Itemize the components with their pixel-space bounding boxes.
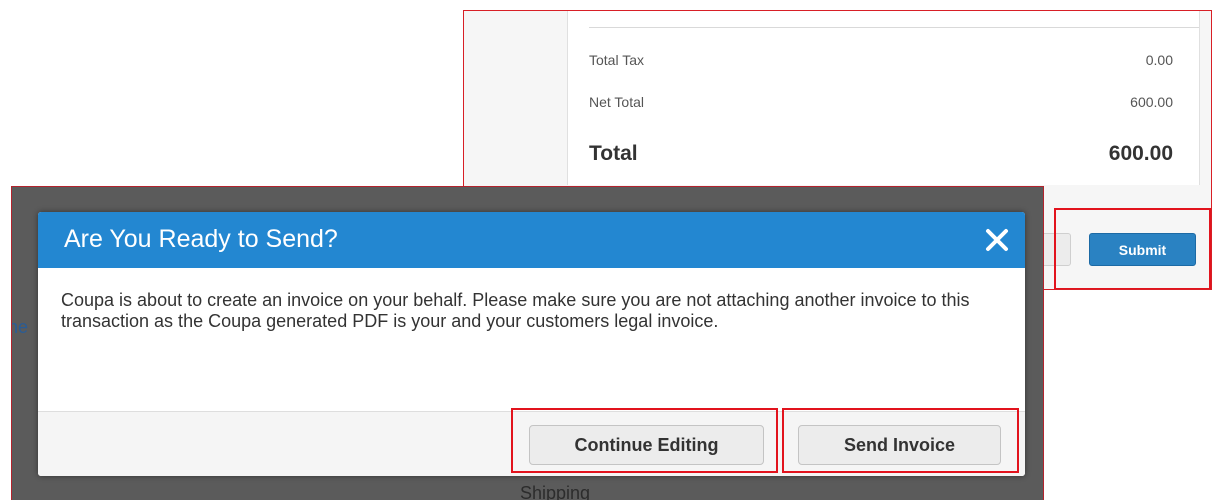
close-icon[interactable] (981, 224, 1013, 256)
dialog-title: Are You Ready to Send? (64, 225, 338, 253)
net-total-value: 600.00 (1130, 94, 1173, 110)
total-tax-label: Total Tax (589, 52, 644, 68)
continue-highlight-box (511, 408, 778, 473)
net-total-label: Net Total (589, 94, 644, 110)
backdrop-shipping-text: Shipping (520, 483, 591, 500)
dialog-header: Are You Ready to Send? (38, 212, 1025, 268)
totals-box: Total Tax 0.00 Net Total 600.00 Total 60… (567, 11, 1200, 185)
send-highlight-box (782, 408, 1019, 473)
divider (589, 27, 1199, 28)
backdrop-link-fragment: ne (12, 317, 29, 337)
total-value: 600.00 (1108, 142, 1173, 165)
total-label: Total (589, 142, 638, 165)
dialog-message: Coupa is about to create an invoice on y… (61, 290, 970, 331)
submit-highlight-box (1054, 208, 1211, 289)
total-tax-value: 0.00 (1145, 52, 1173, 68)
